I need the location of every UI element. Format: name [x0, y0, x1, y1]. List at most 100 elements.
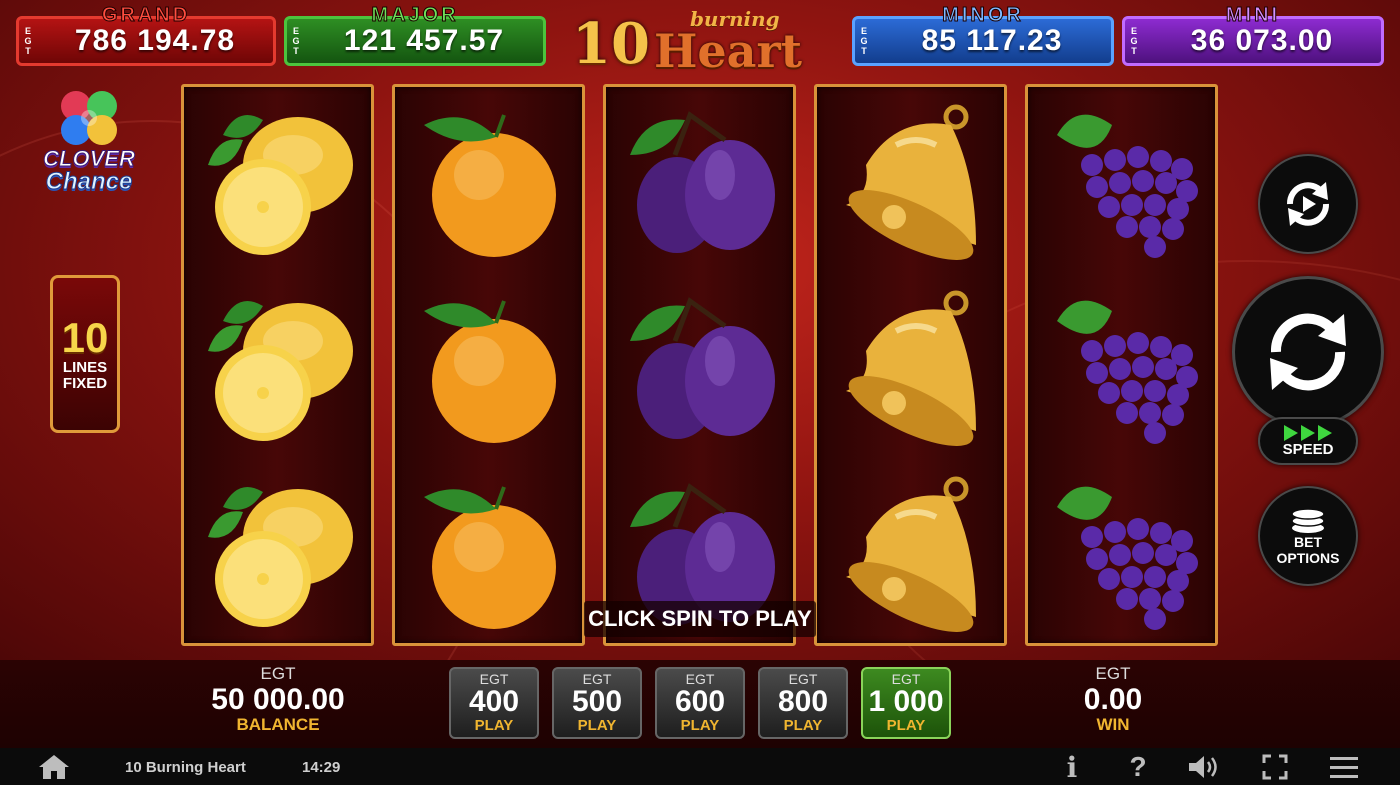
bell-icon [845, 476, 976, 632]
lines-label: LINES [62, 359, 108, 376]
sound-button[interactable] [1186, 752, 1222, 782]
clover-text-line2: Chance [45, 168, 133, 196]
bet-amount: 600 [674, 685, 726, 718]
reel-2 [392, 84, 585, 646]
win-currency: EGT [1095, 664, 1131, 683]
symbol-lemon [184, 459, 371, 644]
reel-3 [603, 84, 796, 646]
jackpot-grand-value: 786 194.78 [74, 24, 236, 57]
balance-label: BALANCE [236, 715, 320, 734]
bet-amount: 500 [571, 685, 623, 718]
bet-button-1000[interactable]: EGT 1 000 PLAY [861, 667, 951, 739]
bet-play-label: PLAY [577, 717, 617, 734]
orange-icon [423, 113, 556, 257]
orange-icon [423, 485, 556, 629]
reel-1 [181, 84, 374, 646]
bet-play-label: PLAY [783, 717, 823, 734]
bet-button-500[interactable]: EGT 500 PLAY [552, 667, 642, 739]
orange-icon [423, 299, 556, 443]
autoplay-button[interactable] [1258, 154, 1358, 254]
spin-button[interactable] [1232, 276, 1384, 428]
jackpot-major-value: 121 457.57 [343, 24, 505, 57]
jackpot-minor: MINOR EGT 85 117.23 [852, 4, 1114, 66]
symbol-lemon [184, 87, 371, 272]
logo-number: 10 [572, 11, 650, 77]
bet-button-400[interactable]: EGT 400 PLAY [449, 667, 539, 739]
bet-button-800[interactable]: EGT 800 PLAY [758, 667, 848, 739]
bet-play-label: PLAY [474, 717, 514, 734]
symbol-bell [817, 87, 1004, 272]
bet-label-line1: BET [1294, 534, 1322, 550]
info-icon: i [1066, 750, 1078, 784]
lines-fixed-badge: 10 LINES FIXED [50, 275, 120, 433]
symbol-grapes [1028, 87, 1215, 272]
menu-button[interactable] [1328, 752, 1360, 782]
reel-4 [814, 84, 1007, 646]
game-title: 10 Burning Heart [125, 759, 246, 776]
speed-button[interactable]: SPEED [1258, 417, 1358, 465]
lemon-icon [207, 114, 353, 255]
bet-play-label: PLAY [886, 717, 926, 734]
jackpot-mini: MINI EGT 36 073.00 [1122, 4, 1384, 66]
symbol-bell [817, 273, 1004, 458]
bet-currency: EGT [685, 671, 715, 687]
symbol-orange [395, 87, 582, 272]
plum-icon [629, 110, 775, 253]
symbol-grapes [1028, 459, 1215, 644]
bet-button-600[interactable]: EGT 600 PLAY [655, 667, 745, 739]
lemon-icon [207, 486, 353, 627]
jackpot-minor-title: MINOR [942, 4, 1024, 27]
grapes-icon [1056, 300, 1198, 444]
clover-chance-logo: CLOVER Chance [30, 88, 148, 206]
bet-amount: 400 [468, 685, 520, 718]
logo-heart: Heart [653, 24, 802, 78]
bet-play-label: PLAY [680, 717, 720, 734]
home-button[interactable] [38, 754, 70, 780]
bet-currency: EGT [891, 671, 921, 687]
clock: 14:29 [302, 759, 341, 776]
speed-label: SPEED [1282, 440, 1334, 458]
fixed-label: FIXED [62, 375, 108, 392]
speed-arrows-icon [1284, 424, 1332, 441]
help-button[interactable]: ? [1126, 751, 1150, 782]
bet-label-line2: OPTIONS [1276, 550, 1340, 566]
jackpot-minor-value: 85 117.23 [921, 24, 1063, 57]
info-button[interactable]: i [1062, 750, 1082, 784]
grapes-icon [1056, 486, 1198, 630]
win-value: 0.00 [1083, 683, 1143, 716]
speaker-icon [1189, 756, 1217, 778]
bet-amount: 1 000 [868, 685, 944, 718]
bet-currency: EGT [788, 671, 818, 687]
jackpot-mini-title: MINI [1225, 4, 1281, 27]
win-label: WIN [1096, 715, 1130, 734]
game-logo: 10 burning Heart [572, 8, 826, 74]
balance-display: EGT 50 000.00 BALANCE [190, 664, 366, 734]
home-icon [39, 755, 69, 779]
lemon-icon [207, 300, 353, 441]
balance-value: 50 000.00 [211, 683, 345, 716]
autoplay-icon [1287, 182, 1329, 226]
hamburger-menu-icon [1330, 757, 1358, 778]
symbol-grapes [1028, 273, 1215, 458]
jackpot-grand: GRAND EGT 786 194.78 [16, 4, 276, 66]
bell-icon [845, 290, 976, 446]
spin-icon [1270, 313, 1346, 391]
plum-icon [629, 296, 775, 439]
reel-5 [1025, 84, 1218, 646]
symbol-plum [606, 87, 793, 272]
coins-icon [1291, 508, 1325, 533]
bet-currency: EGT [582, 671, 612, 687]
click-spin-message: CLICK SPIN TO PLAY [584, 601, 816, 637]
jackpot-major-title: MAJOR [371, 4, 459, 27]
bell-icon [845, 104, 976, 260]
bet-options-button[interactable]: BET OPTIONS [1258, 486, 1358, 586]
fullscreen-button[interactable] [1262, 752, 1288, 782]
balance-currency: EGT [260, 664, 296, 683]
win-display: EGT 0.00 WIN [1040, 664, 1186, 734]
bet-currency: EGT [479, 671, 509, 687]
jackpot-grand-title: GRAND [101, 4, 191, 27]
fullscreen-icon [1262, 754, 1288, 780]
symbol-bell [817, 459, 1004, 644]
jackpot-mini-value: 36 073.00 [1190, 24, 1334, 57]
grapes-icon [1056, 114, 1198, 258]
